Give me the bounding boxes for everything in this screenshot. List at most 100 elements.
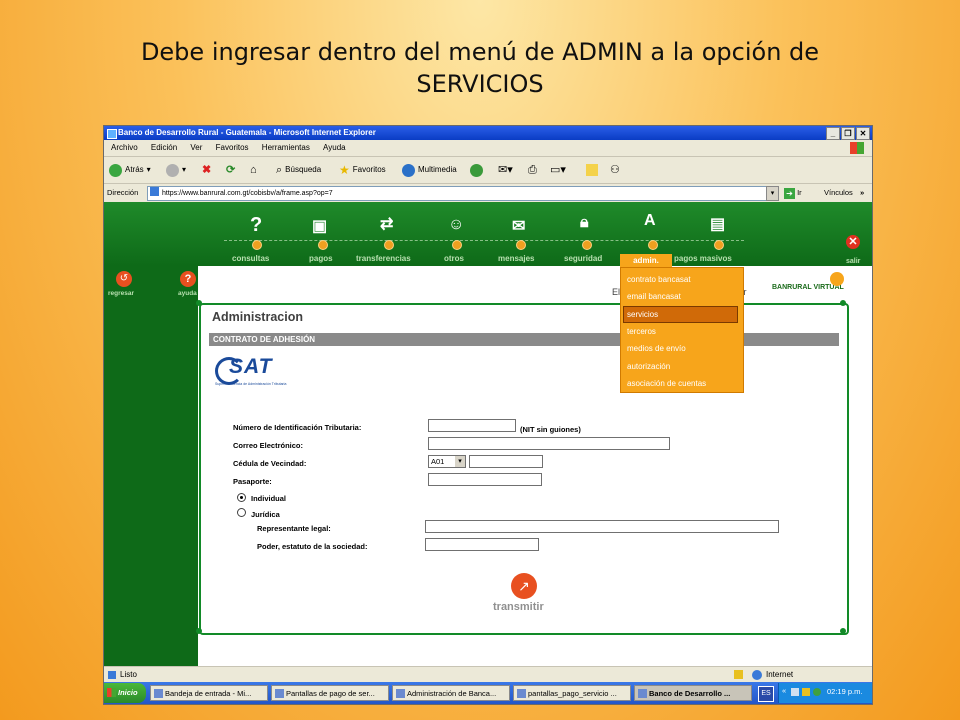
exit-icon[interactable]: ✕ [846,235,860,249]
sat-logo: SAT Superintendencia de Administración T… [215,353,323,389]
address-input[interactable]: https://www.banrural.com.gt/cobisbv/a/fr… [147,186,779,201]
tray-icon[interactable] [802,688,810,696]
chevron-right-icon[interactable]: » [860,184,864,202]
transmit-button[interactable]: ↗ transmitir [491,573,557,617]
address-dropdown-button[interactable]: ▾ [766,186,779,201]
partial-text-left: El [612,287,621,297]
address-url: https://www.banrural.com.gt/cobisbv/a/fr… [162,190,333,197]
taskbar: Inicio Bandeja de entrada - Mi... Pantal… [104,682,872,704]
menu-item-asociacion-de-cuentas[interactable]: asociación de cuentas [627,379,706,388]
nav-salir[interactable]: salir [846,258,860,265]
tray-icon[interactable] [791,688,799,696]
minimize-button[interactable]: _ [826,127,840,140]
email-field[interactable] [428,437,670,450]
radio-individual[interactable] [237,493,246,502]
task-outlook[interactable]: Bandeja de entrada - Mi... [150,685,268,701]
restore-button[interactable]: ❐ [841,127,855,140]
start-button[interactable]: Inicio [104,683,146,703]
go-arrow-icon: ➔ [784,187,795,199]
menu-item-terceros[interactable]: terceros [627,327,656,336]
transmit-icon: ↗ [511,573,537,599]
email-label: Correo Electrónico: [233,441,304,450]
menu-item-servicios[interactable]: servicios [623,306,738,323]
media-label: Multimedia [418,165,457,174]
start-label: Inicio [118,688,138,697]
menu-favoritos[interactable]: Favoritos [216,143,249,152]
menu-edicion[interactable]: Edición [151,143,177,152]
media-icon [402,163,415,177]
back-circle-icon[interactable]: ↺ [116,271,132,287]
task-administracion[interactable]: Administración de Banca... [392,685,510,701]
menu-ayuda[interactable]: Ayuda [323,143,346,152]
links-label[interactable]: Vínculos [824,184,853,202]
media-button[interactable]: Multimedia [402,163,457,177]
task-label: Bandeja de entrada - Mi... [165,689,252,698]
pasaporte-input[interactable] [428,473,542,486]
page-icon [150,187,159,196]
top-navigation: ? ▣ ⇄ ☺ ✉ 🔒︎ A ▤ consultas pagos transfe… [104,202,872,267]
go-button[interactable]: ➔ Ir [784,184,802,202]
nav-regresar[interactable]: regresar [108,290,134,297]
nav-dot [516,240,526,250]
globe-icon [752,670,762,680]
nav-seguridad[interactable]: seguridad [564,254,602,263]
menu-item-medios-de-envio[interactable]: medios de envío [627,344,686,353]
chevron-left-icon[interactable]: « [782,686,786,695]
tray-icon[interactable] [813,688,821,696]
poder-input[interactable] [425,538,539,551]
nav-mensajes[interactable]: mensajes [498,254,534,263]
messenger-icon[interactable]: ⚇ [610,163,620,177]
refresh-icon[interactable]: ⟳ [226,163,235,177]
cedula-input[interactable] [469,455,543,468]
task-pantallas-pago[interactable]: pantallas_pago_servicio ... [513,685,631,701]
menu-herramientas[interactable]: Herramientas [262,143,310,152]
panel-corner-dot [840,300,846,306]
nav-transferencias[interactable]: transferencias [356,254,411,263]
print-icon[interactable]: ⎙ [528,163,537,177]
menu-item-autorizacion[interactable]: autorización [627,362,670,371]
cedula-label: Cédula de Vecindad: [233,459,307,468]
nav-dot [582,240,592,250]
nav-consultas[interactable]: consultas [232,254,269,263]
nav-dashed-line [224,240,744,241]
notes-icon[interactable] [586,164,598,176]
home-icon[interactable]: ⌂ [250,163,257,177]
language-indicator[interactable]: ES [758,686,774,702]
nav-pagos-masivos[interactable]: pagos masivos [674,254,732,263]
search-label: Búsqueda [285,165,322,174]
stop-icon[interactable]: ✖ [202,163,211,177]
forward-arrow-icon [166,163,179,177]
nav-ayuda[interactable]: ayuda [178,290,197,297]
poder-label: Poder, estatuto de la sociedad: [257,542,368,551]
close-button[interactable]: ✕ [856,127,870,140]
search-button[interactable]: ⌕ Búsqueda [276,163,321,177]
radio-juridica[interactable] [237,508,246,517]
back-button[interactable]: Atrás ▾ [109,163,151,177]
lock-icon [734,670,743,679]
ie-icon [638,689,647,698]
window-controls: _ ❐ ✕ [826,127,870,140]
zone-text: Internet [766,670,794,679]
favorites-button[interactable]: ★ Favoritos [339,163,386,177]
section-header: CONTRATO DE ADHESIÓN [209,333,839,346]
status-text: Listo [120,670,137,679]
history-icon[interactable] [470,164,483,177]
mail-icon[interactable]: ✉▾ [498,163,513,177]
forward-button[interactable]: ▾ [166,163,186,177]
nit-hint: (NIT sin guiones) [520,425,581,434]
menu-ver[interactable]: Ver [190,143,202,152]
menu-item-contrato-bancasat[interactable]: contrato bancasat [627,275,691,284]
nav-pagos[interactable]: pagos [309,254,333,263]
task-pantallas[interactable]: Pantallas de pago de ser... [271,685,389,701]
nav-otros[interactable]: otros [444,254,464,263]
nav-admin[interactable]: admin. [620,254,672,267]
nit-input[interactable] [428,419,516,432]
rep-legal-input[interactable] [425,520,779,533]
cedula-select[interactable]: A01 ▾ [428,455,466,468]
rep-legal-label: Representante legal: [257,524,331,533]
menu-archivo[interactable]: Archivo [111,143,138,152]
menu-item-email-bancasat[interactable]: email bancasat [627,292,681,301]
task-banco-active[interactable]: Banco de Desarrollo ... [634,685,752,701]
help-icon[interactable]: ? [180,271,196,287]
edit-icon[interactable]: ▭▾ [550,163,566,177]
